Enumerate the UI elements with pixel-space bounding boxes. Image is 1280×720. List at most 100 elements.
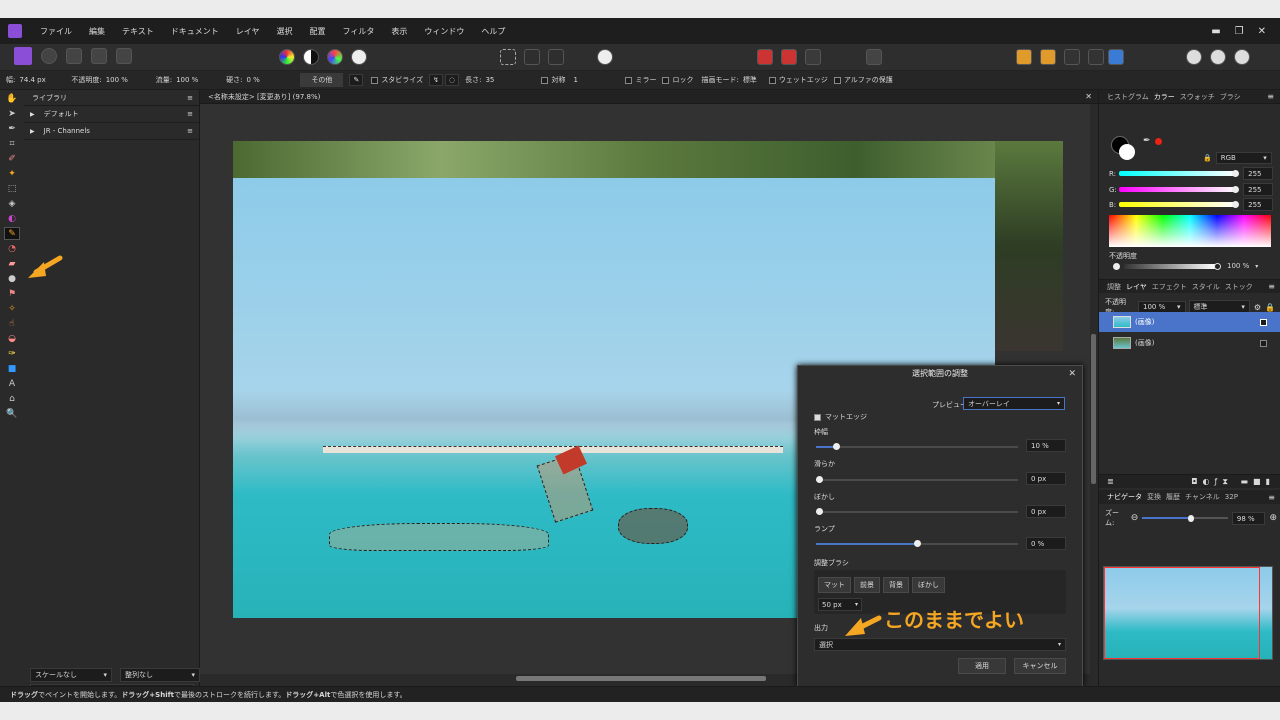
red-eye-tool-icon[interactable]: ◒ [4,332,20,345]
blue-slider-knob[interactable] [1232,201,1240,208]
tab-history[interactable]: 履歴 [1166,492,1180,502]
arrange-forward-icon[interactable] [1064,49,1080,65]
tab-layers[interactable]: レイヤ [1126,282,1147,292]
expand-arrow-icon[interactable]: ▶ [30,128,35,135]
close-document-icon[interactable]: ✕ [1085,92,1092,101]
brush-size-select[interactable]: 50 px ▾ [818,598,862,611]
expand-arrow-icon[interactable]: ▶ [30,111,35,118]
flow-value[interactable]: 100 % [176,76,218,84]
smooth-value[interactable]: 0 px [1026,472,1066,485]
hardness-value[interactable]: 0 % [246,76,290,84]
paint-brush-tool-icon[interactable]: ✎ [4,227,20,240]
snapping-icon[interactable] [781,49,797,65]
navigator-view-box[interactable] [1104,567,1260,659]
feather-slider[interactable] [816,508,1018,515]
red-slider[interactable]: R: 255 [1109,167,1273,180]
lock-icon[interactable]: 🔒 [1203,154,1212,162]
close-button[interactable]: ✕ [1258,26,1266,37]
layer-visibility-checkbox[interactable] [1260,339,1267,347]
liquify-persona-icon[interactable] [41,48,57,64]
smudge-tool-icon[interactable]: ☝ [4,317,20,330]
align-icon[interactable] [1108,49,1124,65]
panel-menu-icon[interactable]: ≡ [1268,282,1275,291]
boolean-subtract-icon[interactable] [1210,49,1226,65]
menu-view[interactable]: 表示 [391,26,407,37]
tab-color[interactable]: カラー [1154,92,1175,102]
photo-persona-icon[interactable] [14,47,32,65]
color-replacement-icon[interactable]: ◔ [4,242,20,255]
document-tab[interactable]: <名称未設定> [変更あり] (97.8%) ✕ [200,90,1098,104]
dialog-close-icon[interactable]: ✕ [1068,369,1076,379]
red-value[interactable]: 255 [1243,167,1273,180]
ramp-slider[interactable] [816,540,1018,547]
blur-brush-button[interactable]: ぼかし [912,577,945,593]
green-value[interactable]: 255 [1243,183,1273,196]
tab-swatches[interactable]: スウォッチ [1180,92,1215,102]
zoom-value[interactable]: 98 % [1231,511,1266,525]
clone-tool-icon[interactable]: ⚑ [4,287,20,300]
tab-styles[interactable]: スタイル [1192,282,1220,292]
length-value[interactable]: 35 [485,76,535,84]
rope-icon[interactable]: ↯ [429,74,443,86]
color-spectrum[interactable] [1109,215,1271,247]
healing-tool-icon[interactable]: ✧ [4,302,20,315]
primary-color-well[interactable] [1119,144,1135,160]
preview-select[interactable]: オーバーレイ ▾ [963,397,1065,410]
navigator-preview-image[interactable] [1103,566,1273,660]
feather-knob[interactable] [816,508,823,515]
green-slider-knob[interactable] [1232,186,1240,193]
border-width-knob[interactable] [833,443,841,450]
pen-tool-icon[interactable]: ✑ [4,347,20,360]
marquee-tool-icon[interactable]: ⬚ [4,182,20,195]
tab-navigator[interactable]: ナビゲータ [1107,492,1142,502]
arrange-front-icon[interactable] [1088,49,1104,65]
quick-mask-icon[interactable] [597,49,613,65]
scale-select[interactable]: スケールなし ▾ [30,668,112,682]
opacity-value[interactable]: 100 % [106,76,148,84]
window-icon[interactable]: ◌ [444,74,460,86]
selection-brush-icon[interactable]: ✐ [4,152,20,165]
auto-contrast-icon[interactable] [303,49,319,65]
green-slider[interactable]: G: 255 [1109,183,1273,196]
gradient-tool-icon[interactable]: ◐ [4,212,20,225]
develop-persona-icon[interactable] [66,48,82,64]
color-model-select[interactable]: RGB ▾ [1215,152,1272,164]
menu-select[interactable]: 選択 [277,26,293,37]
shape-tool-icon[interactable]: ■ [4,362,20,375]
zoom-tool-icon[interactable]: 🔍 [4,407,20,420]
deselect-icon[interactable] [524,49,540,65]
layer-actions-icons[interactable]: ◘◐ƒ⧗ ▬■▮ [1191,477,1275,487]
menu-layer[interactable]: レイヤ [236,26,260,37]
fill-tool-icon[interactable]: ◈ [4,197,20,210]
library-item[interactable]: ▶ デフォルト ≡ [24,106,199,123]
matte-edges-checkbox[interactable] [814,413,821,421]
zoom-slider-knob[interactable] [1187,514,1195,522]
erase-tool-icon[interactable]: ▰ [4,257,20,270]
library-item[interactable]: ▶ JR - Channels ≡ [24,123,199,140]
auto-white-balance-icon[interactable] [351,49,367,65]
vertical-scrollbar[interactable] [1090,104,1098,684]
color-picker-tool-icon[interactable]: ✒ [4,122,20,135]
horizontal-scroll-thumb[interactable] [516,676,766,681]
blend-mode-value[interactable]: 標準 [743,75,757,85]
zoom-in-icon[interactable]: ⊕ [1269,513,1277,523]
panel-menu-icon[interactable]: ≡ [187,110,193,118]
panel-menu-icon[interactable]: ≡ [187,94,193,102]
chevron-down-icon[interactable]: ▾ [1255,263,1258,270]
dodge-tool-icon[interactable]: ● [4,272,20,285]
tab-brushes[interactable]: ブラシ [1220,92,1241,102]
tab-adjustments[interactable]: 調整 [1107,282,1121,292]
opacity-slider-knob[interactable] [1214,262,1221,270]
tab-transform[interactable]: 変換 [1147,492,1161,502]
arrange-icon[interactable] [1016,49,1032,65]
symmetry-value[interactable]: 1 [573,76,619,84]
red-slider-knob[interactable] [1232,170,1240,177]
tab-channels[interactable]: チャンネル [1185,492,1220,502]
menu-window[interactable]: ウィンドウ [424,26,464,37]
minimize-button[interactable]: ▬ [1211,26,1220,37]
magnet-icon[interactable] [805,49,821,65]
foreground-brush-button[interactable]: 前景 [854,577,880,593]
panel-menu-icon[interactable]: ≡ [1268,493,1275,502]
menu-help[interactable]: ヘルプ [481,26,505,37]
smooth-slider[interactable] [816,476,1018,483]
